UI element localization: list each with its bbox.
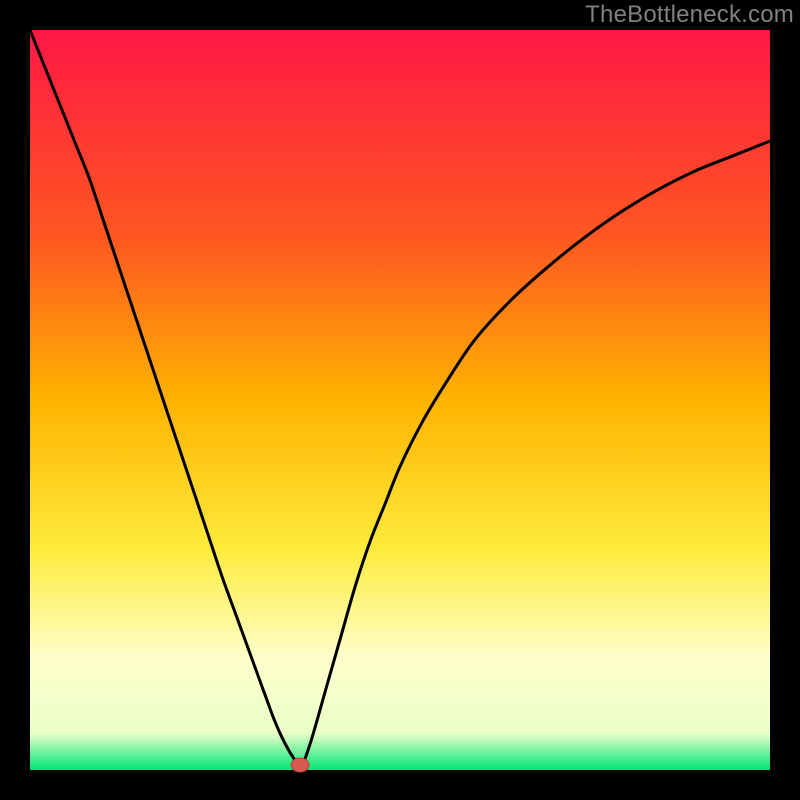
watermark-label: TheBottleneck.com	[585, 1, 794, 29]
min-marker	[291, 758, 309, 772]
bottleneck-chart	[0, 0, 800, 800]
chart-container: { "watermark": "TheBottleneck.com", "col…	[0, 0, 800, 800]
plot-background	[30, 30, 770, 770]
